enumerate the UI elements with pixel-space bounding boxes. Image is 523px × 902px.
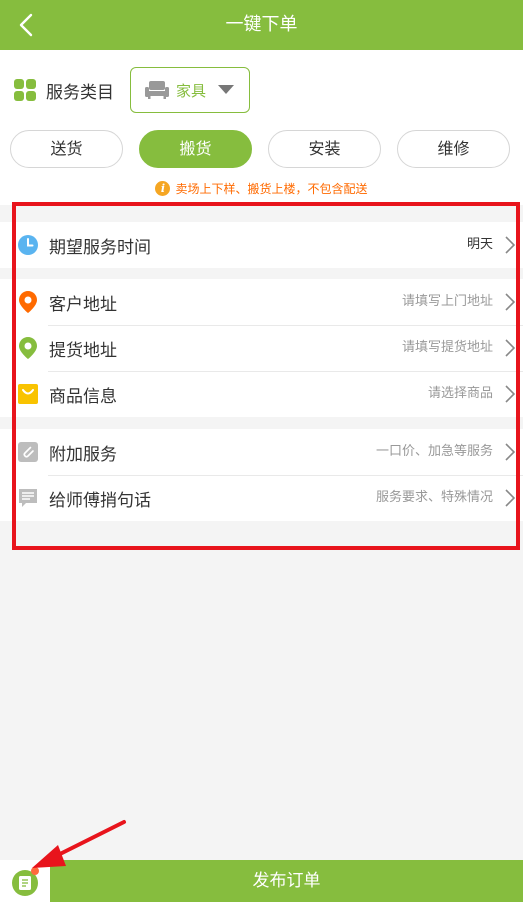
row-label: 给师傅捎句话 xyxy=(49,490,151,511)
document-icon xyxy=(19,876,31,890)
row-label: 期望服务时间 xyxy=(49,237,151,258)
service-notice: i 卖场上下样、搬货上楼，不包含配送 xyxy=(0,178,523,198)
info-icon: i xyxy=(155,180,171,196)
chevron-right-icon xyxy=(505,489,515,507)
form-group-extras: 附加服务 一口价、加急等服务 给师傅捎句话 服务要求、特殊情况 xyxy=(0,429,523,521)
publish-order-button[interactable]: 发布订单 xyxy=(50,860,523,902)
notification-dot xyxy=(31,867,39,875)
grid-icon xyxy=(14,79,36,101)
category-label: 服务类目 xyxy=(46,82,114,103)
chevron-right-icon xyxy=(505,339,515,357)
service-selection-area: 服务类目 家具 送货 搬货 安装 维修 i 卖场上下样、搬货上楼，不包含配送 xyxy=(0,50,523,205)
tab-delivery[interactable]: 送货 xyxy=(10,130,123,168)
tab-moving[interactable]: 搬货 xyxy=(139,130,252,168)
tab-installation[interactable]: 安装 xyxy=(268,130,381,168)
caret-down-icon xyxy=(218,85,235,94)
order-list-area xyxy=(0,860,50,902)
shopping-bag-icon xyxy=(18,384,38,404)
row-label: 提货地址 xyxy=(49,340,117,361)
row-placeholder: 请填写提货地址 xyxy=(401,340,493,355)
row-pickup-address[interactable]: 提货地址 请填写提货地址 xyxy=(0,325,523,371)
row-value: 明天 xyxy=(466,237,493,252)
row-label: 客户地址 xyxy=(49,294,117,315)
app-header: 一键下单 xyxy=(0,0,523,50)
service-type-tabs: 送货 搬货 安装 维修 xyxy=(10,130,515,168)
row-label: 附加服务 xyxy=(49,444,117,465)
row-product-info[interactable]: 商品信息 请选择商品 xyxy=(0,371,523,417)
chevron-right-icon xyxy=(505,293,515,311)
paperclip-icon xyxy=(18,442,38,462)
row-expected-time[interactable]: 期望服务时间 明天 xyxy=(0,222,523,268)
message-icon xyxy=(18,488,38,508)
location-pin-icon xyxy=(18,291,38,313)
row-additional-service[interactable]: 附加服务 一口价、加急等服务 xyxy=(0,429,523,475)
category-selected-value: 家具 xyxy=(176,81,207,100)
chevron-right-icon xyxy=(505,236,515,254)
form-group-address: 客户地址 请填写上门地址 提货地址 请填写提货地址 商品信息 请选择商品 xyxy=(0,279,523,417)
chevron-right-icon xyxy=(505,443,515,461)
clock-icon xyxy=(18,235,38,255)
sofa-icon xyxy=(145,81,169,99)
tab-repair[interactable]: 维修 xyxy=(397,130,510,168)
notice-text: 卖场上下样、搬货上楼，不包含配送 xyxy=(175,181,368,196)
form-group-time: 期望服务时间 明天 xyxy=(0,222,523,268)
page-title: 一键下单 xyxy=(225,14,298,35)
row-placeholder: 请填写上门地址 xyxy=(401,294,493,309)
row-placeholder: 一口价、加急等服务 xyxy=(375,444,493,459)
row-message-to-worker[interactable]: 给师傅捎句话 服务要求、特殊情况 xyxy=(0,475,523,521)
bottom-bar: 发布订单 xyxy=(0,860,523,902)
row-customer-address[interactable]: 客户地址 请填写上门地址 xyxy=(0,279,523,325)
category-dropdown[interactable]: 家具 xyxy=(130,67,250,113)
chevron-right-icon xyxy=(505,385,515,403)
row-placeholder: 请选择商品 xyxy=(427,386,493,401)
location-pin-icon xyxy=(18,337,38,359)
category-row: 服务类目 家具 xyxy=(14,67,250,113)
row-placeholder: 服务要求、特殊情况 xyxy=(375,490,493,505)
row-label: 商品信息 xyxy=(49,386,117,407)
